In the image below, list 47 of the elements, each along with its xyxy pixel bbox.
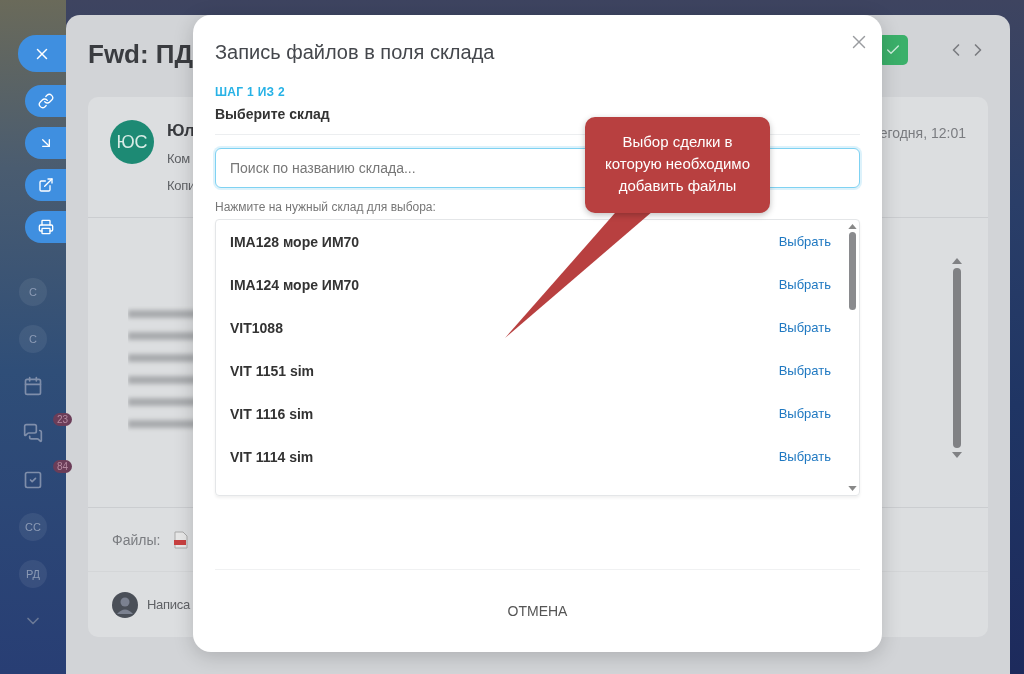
select-link[interactable]: Выбрать [778, 363, 831, 378]
cancel-button[interactable]: ОТМЕНА [491, 595, 584, 627]
files-label: Файлы: [112, 531, 161, 548]
sidebar-item[interactable]: СС [19, 512, 47, 541]
warehouse-name[interactable]: VIT1088 [230, 319, 283, 336]
warehouse-name[interactable]: VIT 1116 sim [230, 405, 314, 422]
calendar-icon[interactable] [23, 375, 43, 396]
close-button[interactable] [18, 35, 66, 72]
count-badge: 84 [53, 460, 73, 473]
external-link-icon [37, 177, 54, 193]
scroll-down-icon[interactable] [847, 486, 857, 491]
email-subject: Fwd: ПД [88, 38, 194, 70]
print-button[interactable] [25, 211, 66, 243]
warehouse-name[interactable]: IMA124 море ИМ70 [230, 276, 360, 293]
external-link-button[interactable] [25, 169, 66, 201]
reply-placeholder[interactable]: Написа [147, 597, 190, 612]
dialog-title: Запись файлов в поля склада [215, 40, 495, 65]
link-icon [37, 93, 54, 109]
scroll-down-icon[interactable] [952, 452, 962, 458]
sidebar-item[interactable]: РД [19, 559, 47, 588]
select-link[interactable]: Выбрать [778, 277, 831, 292]
select-link[interactable]: Выбрать [778, 449, 831, 464]
chat-icon[interactable] [23, 422, 43, 443]
link-button[interactable] [25, 85, 66, 117]
warehouse-name[interactable]: VIT 1151 sim [230, 362, 315, 379]
scrollbar-thumb[interactable] [848, 232, 856, 310]
to-label: Ком [167, 150, 191, 168]
step-label: ШАГ 1 ИЗ 2 [215, 84, 287, 100]
warehouse-name[interactable]: VIT 1114 sim [230, 448, 314, 465]
select-link[interactable]: Выбрать [778, 320, 831, 335]
print-icon [37, 219, 54, 235]
scrollbar-thumb[interactable] [953, 268, 961, 448]
pdf-file-icon[interactable] [174, 530, 189, 549]
sender-avatar: ЮС [110, 120, 154, 164]
select-link[interactable]: Выбрать [778, 406, 831, 421]
arrow-button[interactable] [25, 127, 66, 159]
tasks-icon[interactable] [23, 469, 43, 490]
scroll-up-icon[interactable] [847, 224, 857, 229]
select-link[interactable]: Выбрать [778, 234, 831, 249]
count-badge: 23 [53, 413, 73, 426]
scroll-up-icon[interactable] [952, 258, 962, 264]
hint-text: Нажмите на нужный склад для выбора: [215, 200, 437, 214]
warehouse-name[interactable]: IMA128 море ИМ70 [230, 233, 360, 250]
user-avatar [112, 591, 138, 618]
callout: Выбор сделки в которую необходимо добавить файлы [585, 117, 770, 213]
sidebar-item[interactable]: С [19, 324, 47, 353]
step-title: Выберите склад [215, 105, 331, 124]
